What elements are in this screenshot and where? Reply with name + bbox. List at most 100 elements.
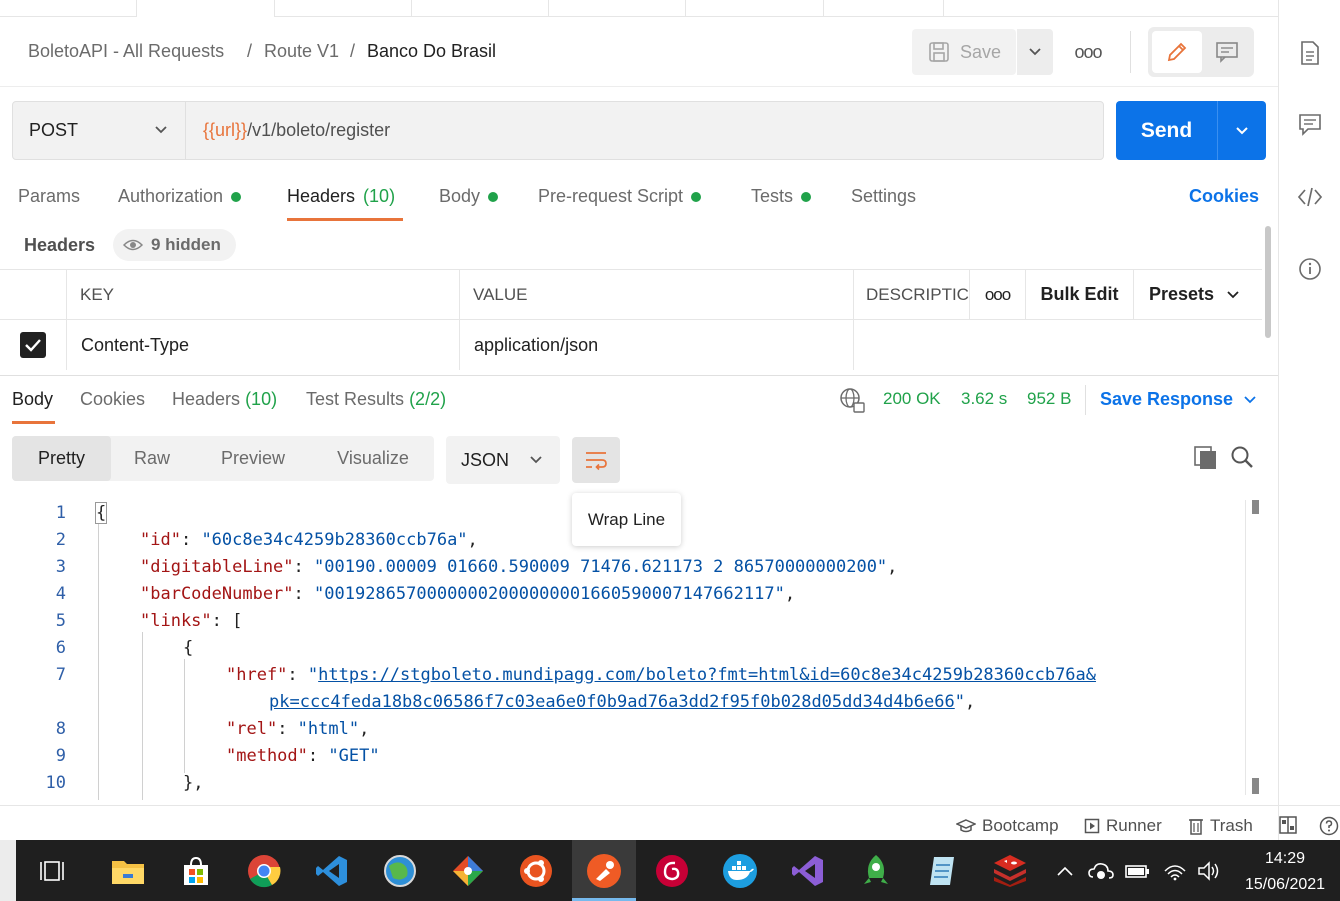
- scrollbar-thumb[interactable]: [1252, 778, 1259, 794]
- documentation-icon[interactable]: [1295, 38, 1325, 68]
- request-tab[interactable]: [824, 0, 944, 17]
- breadcrumb-folder[interactable]: Route V1: [264, 41, 339, 62]
- response-status-code[interactable]: 200 OK: [883, 389, 941, 409]
- info-icon[interactable]: [1295, 254, 1325, 284]
- tab-params[interactable]: Params: [18, 186, 80, 207]
- tab-prerequest-script[interactable]: Pre-request Script: [538, 186, 702, 207]
- breadcrumb-separator: /: [247, 41, 253, 61]
- cloud-sync-icon[interactable]: [1086, 853, 1116, 889]
- os-taskbar: 14:29 15/06/2021: [0, 840, 1340, 901]
- redis-icon[interactable]: [992, 853, 1028, 889]
- globe-app-icon[interactable]: [382, 853, 418, 889]
- save-dropdown-button[interactable]: [1017, 29, 1053, 75]
- view-raw-button[interactable]: Raw: [111, 436, 193, 481]
- task-view-icon[interactable]: [36, 853, 72, 889]
- response-size[interactable]: 952 B: [1027, 389, 1071, 409]
- json-link[interactable]: pk=ccc4feda18b8c06586f7c03ea6e0f0b9ad76a…: [269, 692, 955, 712]
- header-value-cell[interactable]: application/json: [460, 320, 854, 370]
- header-description-cell[interactable]: [854, 320, 1262, 370]
- tab-label: Pre-request Script: [538, 186, 684, 206]
- json-string: "60c8e34c4259b28360ccb76a": [201, 530, 468, 550]
- save-response-button[interactable]: Save Response: [1100, 389, 1257, 410]
- request-tab[interactable]: [275, 0, 412, 17]
- git-client-icon[interactable]: [450, 853, 486, 889]
- format-select[interactable]: JSON: [446, 436, 560, 484]
- send-dropdown-button[interactable]: [1218, 101, 1266, 160]
- breadcrumb-request-name[interactable]: Banco Do Brasil: [367, 41, 496, 62]
- json-link[interactable]: https://stgboleto.mundipagg.com/boleto?f…: [318, 665, 1096, 685]
- response-body-editor[interactable]: 1 2 3 4 5 6 7 8 9 10 { "id": "60c8e34c42…: [0, 500, 1245, 800]
- scrollbar-thumb[interactable]: [1252, 500, 1259, 514]
- send-button-group: Send: [1116, 101, 1266, 160]
- send-button[interactable]: Send: [1116, 101, 1217, 160]
- runner-button[interactable]: Runner: [1084, 816, 1162, 836]
- scrollbar[interactable]: [1265, 226, 1271, 338]
- debian-icon[interactable]: [654, 853, 690, 889]
- request-tab[interactable]: [549, 0, 686, 17]
- hidden-headers-toggle[interactable]: 9 hidden: [113, 229, 236, 261]
- battery-icon[interactable]: [1122, 853, 1152, 889]
- request-tab-strip: [0, 0, 1278, 17]
- code-line: "links": [: [140, 611, 242, 631]
- bootcamp-button[interactable]: Bootcamp: [956, 816, 1059, 836]
- view-preview-button[interactable]: Preview: [193, 436, 313, 481]
- help-icon[interactable]: [1319, 816, 1339, 836]
- tab-body[interactable]: Body: [439, 186, 499, 207]
- clock-time: 14:29: [1264, 850, 1306, 867]
- response-tab-cookies[interactable]: Cookies: [80, 389, 145, 410]
- view-pretty-button[interactable]: Pretty: [12, 436, 111, 481]
- postman-icon[interactable]: [586, 853, 622, 889]
- save-button[interactable]: Save: [912, 29, 1016, 75]
- wrap-line-button[interactable]: [572, 437, 620, 483]
- copy-icon[interactable]: [1193, 445, 1219, 476]
- code-snippet-icon[interactable]: [1295, 182, 1325, 212]
- more-actions-button[interactable]: ooo: [1068, 29, 1108, 75]
- search-icon[interactable]: [1230, 445, 1256, 476]
- response-tab-body[interactable]: Body: [12, 389, 53, 410]
- file-explorer-icon[interactable]: [110, 853, 146, 889]
- vscode-icon[interactable]: [314, 853, 350, 889]
- tab-tests[interactable]: Tests: [751, 186, 812, 207]
- pane-divider[interactable]: [0, 375, 1278, 376]
- layout-toggle-icon[interactable]: [1279, 816, 1297, 834]
- url-input[interactable]: {{url}}/v1/boleto/register: [203, 120, 390, 141]
- bulk-edit-button[interactable]: Bulk Edit: [1026, 270, 1134, 320]
- presets-dropdown[interactable]: Presets: [1134, 270, 1262, 320]
- tab-headers[interactable]: Headers (10): [287, 186, 395, 207]
- comments-icon[interactable]: [1295, 110, 1325, 140]
- notepad-icon[interactable]: [926, 853, 962, 889]
- table-more-button[interactable]: ooo: [970, 270, 1026, 320]
- comment-mode-button[interactable]: [1204, 31, 1250, 73]
- wifi-icon[interactable]: [1160, 853, 1190, 889]
- json-string: "001928657000000020000000016605900071476…: [314, 584, 785, 604]
- network-globe-icon[interactable]: [839, 387, 865, 418]
- rocket-app-icon[interactable]: [858, 853, 894, 889]
- ubuntu-icon[interactable]: [518, 853, 554, 889]
- tab-settings[interactable]: Settings: [851, 186, 916, 207]
- system-clock[interactable]: 14:29 15/06/2021: [1230, 846, 1340, 898]
- volume-icon[interactable]: [1194, 853, 1224, 889]
- method-select[interactable]: POST: [13, 102, 186, 159]
- tab-authorization[interactable]: Authorization: [118, 186, 242, 207]
- chevron-up-icon[interactable]: [1050, 853, 1080, 889]
- request-tab[interactable]: [686, 0, 824, 17]
- scrollbar[interactable]: [1245, 500, 1263, 795]
- divider: [1130, 31, 1131, 73]
- view-visualize-button[interactable]: Visualize: [313, 436, 433, 481]
- request-tab[interactable]: [412, 0, 549, 17]
- trash-button[interactable]: Trash: [1188, 816, 1253, 836]
- visual-studio-icon[interactable]: [790, 853, 826, 889]
- cookies-link[interactable]: Cookies: [1189, 186, 1259, 207]
- store-icon[interactable]: [178, 853, 214, 889]
- breadcrumb-collection[interactable]: BoletoAPI - All Requests: [28, 41, 224, 62]
- request-tab-active[interactable]: [137, 0, 275, 17]
- docker-icon[interactable]: [722, 853, 758, 889]
- response-time[interactable]: 3.62 s: [961, 389, 1007, 409]
- edit-mode-button[interactable]: [1152, 31, 1202, 73]
- chrome-icon[interactable]: [246, 853, 282, 889]
- request-tab[interactable]: [0, 0, 137, 17]
- header-key-cell[interactable]: Content-Type: [67, 320, 460, 370]
- row-enabled-checkbox[interactable]: [20, 332, 46, 358]
- response-tab-test-results[interactable]: Test Results (2/2): [306, 389, 446, 410]
- response-tab-headers[interactable]: Headers (10): [172, 389, 277, 410]
